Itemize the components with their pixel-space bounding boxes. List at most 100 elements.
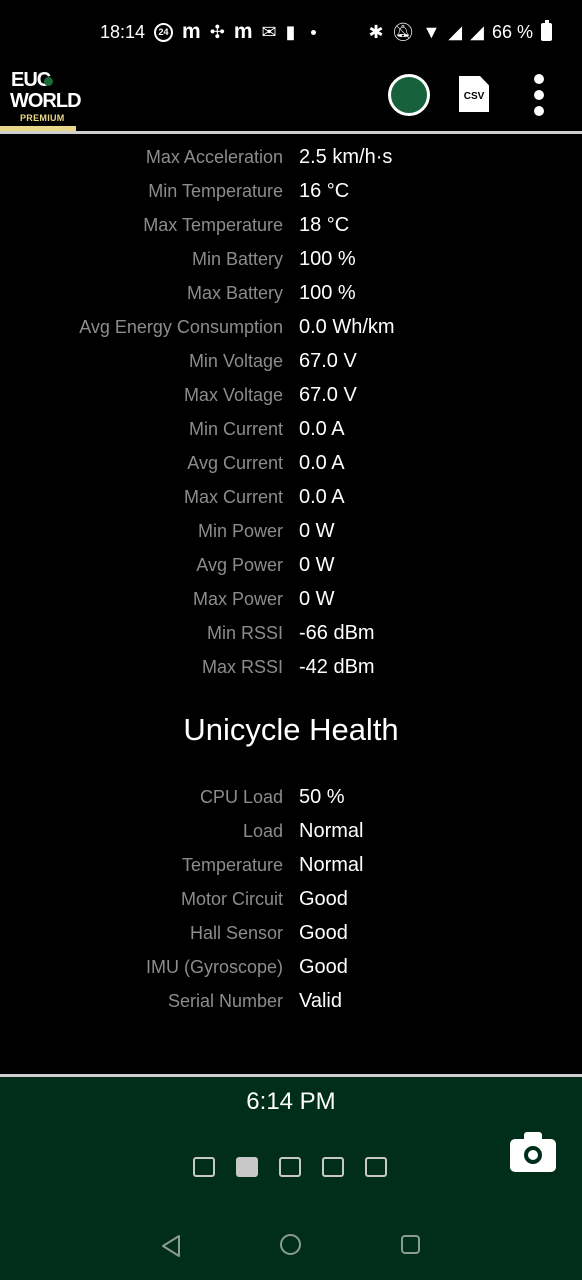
csv-export-icon[interactable]: CSV (459, 76, 489, 112)
stat-value: 50 % (299, 785, 345, 808)
stat-value: 0 W (299, 553, 335, 576)
notification-badge-icon: 24 (154, 22, 174, 42)
stat-label: Max Power (192, 588, 283, 609)
stat-label: Avg Power (196, 554, 283, 575)
notification-m-icon-2: m (233, 20, 253, 43)
stat-value: Good (299, 887, 348, 910)
stat-value: 100 % (299, 281, 356, 304)
stat-value: Good (299, 921, 348, 944)
page-indicator (193, 1157, 387, 1177)
stat-value: 0.0 A (299, 451, 345, 474)
stat-value: 18 °C (299, 213, 350, 236)
stat-row: Avg Energy Consumption 0.0 Wh/km (0, 310, 582, 344)
stat-row: Min Voltage 67.0 V (0, 344, 582, 378)
stat-label: Min Voltage (188, 350, 283, 371)
signal-roaming-icon: ◢ (470, 22, 484, 42)
stat-value: Normal (299, 819, 364, 842)
battery-icon (541, 20, 552, 41)
fan-icon: ✣ (209, 22, 225, 42)
bluetooth-icon: ✱ (368, 22, 384, 42)
page-indicator-dot[interactable] (365, 1157, 387, 1177)
stat-label: IMU (Gyroscope) (145, 956, 283, 977)
app-bar-divider (0, 131, 582, 134)
stat-value: 0 W (299, 519, 335, 542)
logo-dot (44, 77, 53, 86)
connection-status-indicator[interactable] (388, 74, 430, 116)
bottom-panel: 6:14 PM (0, 1074, 582, 1280)
stat-row: Max RSSI -42 dBm (0, 650, 582, 684)
stat-row: Load Normal (0, 814, 582, 848)
stat-value: 67.0 V (299, 383, 357, 406)
gmail-icon: ✉ (261, 22, 277, 42)
stat-row: CPU Load 50 % (0, 780, 582, 814)
stat-row: Avg Current 0.0 A (0, 446, 582, 480)
mute-icon: 🔕︎ (391, 22, 415, 42)
stat-row: Avg Power 0 W (0, 548, 582, 582)
shopping-bag-icon: ▮ (285, 22, 296, 42)
stat-row: Serial Number Valid (0, 984, 582, 1018)
status-time: 18:14 (100, 22, 146, 42)
stat-label: Load (242, 820, 283, 841)
stat-row: Min Current 0.0 A (0, 412, 582, 446)
notification-m-icon: m (182, 20, 201, 43)
stat-label: Max Voltage (183, 384, 283, 405)
stat-label: Min Current (188, 418, 283, 439)
stat-label: Serial Number (167, 990, 283, 1011)
section-title-unicycle-health: Unicycle Health (183, 712, 399, 747)
stat-value: -66 dBm (299, 621, 375, 644)
overflow-menu-icon[interactable] (530, 74, 548, 116)
stat-label: Avg Energy Consumption (79, 316, 283, 337)
status-bar: 18:14 24 m ✣ m ✉ ▮ ✱ 🔕︎ ▼ ◢ ◢ 66 % (0, 0, 582, 64)
battery-percent: 66 % (491, 22, 533, 42)
stat-label: CPU Load (199, 786, 283, 807)
stat-value: 0.0 A (299, 485, 345, 508)
page-indicator-dot[interactable] (236, 1157, 258, 1177)
stat-row: Min Power 0 W (0, 514, 582, 548)
logo-premium-badge: PREMIUM (20, 113, 65, 123)
logo-text-world: WORLD (10, 90, 82, 112)
stat-label: Hall Sensor (189, 922, 283, 943)
stat-label: Min Power (197, 520, 283, 541)
stat-row: IMU (Gyroscope) Good (0, 950, 582, 984)
page-indicator-dot[interactable] (193, 1157, 215, 1177)
app-bar: EUC WORLD PREMIUM CSV (0, 64, 582, 134)
bottom-divider (0, 1074, 582, 1077)
stat-label: Min RSSI (206, 622, 283, 643)
csv-icon-label: CSV (463, 91, 485, 102)
stat-value: 2.5 km/h·s (299, 145, 393, 168)
stat-row: Min RSSI -66 dBm (0, 616, 582, 650)
stat-label: Avg Current (187, 452, 283, 473)
recent-apps-icon[interactable] (401, 1235, 420, 1254)
stat-label: Motor Circuit (180, 888, 283, 909)
stat-row: Max Battery 100 % (0, 276, 582, 310)
euc-world-logo[interactable]: EUC WORLD PREMIUM (0, 68, 82, 131)
stat-label: Max Temperature (143, 214, 283, 235)
stat-value: 16 °C (299, 179, 350, 202)
stat-label: Max RSSI (201, 656, 283, 677)
status-bar-left: 18:14 24 m ✣ m ✉ ▮ (100, 20, 322, 44)
page-indicator-dot[interactable] (322, 1157, 344, 1177)
back-icon[interactable] (160, 1234, 182, 1258)
stat-label: Min Battery (191, 248, 283, 269)
stat-value: 0 W (299, 587, 335, 610)
stat-row: Max Acceleration 2.5 km/h·s (0, 140, 582, 174)
wifi-icon: ▼ (422, 22, 441, 42)
home-icon[interactable] (280, 1234, 301, 1255)
stat-value: 0.0 A (299, 417, 345, 440)
trip-statistics[interactable]: Max Acceleration 2.5 km/h·s Min Temperatur… (0, 136, 582, 1074)
page-indicator-dot[interactable] (279, 1157, 301, 1177)
stat-label: Temperature (181, 854, 283, 875)
stat-row: Temperature Normal (0, 848, 582, 882)
stat-value: 0.0 Wh/km (299, 315, 395, 338)
status-bar-right: ✱ 🔕︎ ▼ ◢ ◢ 66 % (368, 20, 552, 44)
signal-icon: ◢ (448, 22, 463, 42)
stat-label: Min Temperature (148, 180, 283, 201)
camera-button[interactable] (510, 1132, 556, 1172)
stat-row: Hall Sensor Good (0, 916, 582, 950)
stat-row: Motor Circuit Good (0, 882, 582, 916)
stat-value: Valid (299, 989, 342, 1012)
camera-lens-icon (524, 1146, 542, 1164)
stat-value: 100 % (299, 247, 356, 270)
stat-row: Max Current 0.0 A (0, 480, 582, 514)
clock: 6:14 PM (246, 1088, 336, 1115)
